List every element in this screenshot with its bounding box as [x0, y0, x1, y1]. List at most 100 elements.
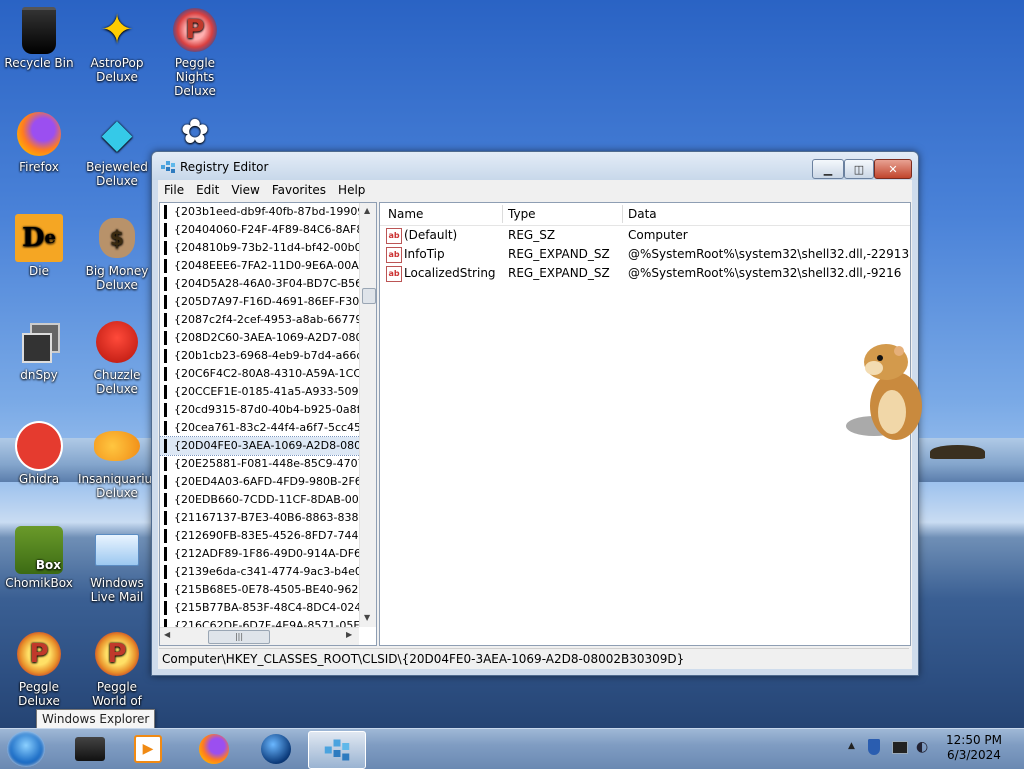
tree-item[interactable]: {205D7A97-F16D-4691-86EF-F3075 — [160, 293, 360, 311]
title-bar[interactable]: Registry Editor ▁ ◫ ✕ — [152, 152, 918, 180]
key-tree-pane[interactable]: {203b1eed-db9f-40fb-87bd-199098 {20404060… — [159, 202, 377, 646]
tree-item-selected[interactable]: {20D04FE0-3AEA-1069-A2D8-08002 — [160, 436, 361, 456]
hamster-mascot[interactable] — [844, 342, 926, 446]
values-list-pane[interactable]: Name Type Data ab (Default) REG_SZ Compu… — [379, 202, 911, 646]
tree-item-label: {21167137-B7E3-40B6-8863-8386E8 — [174, 511, 360, 524]
clock[interactable]: 12:50 PM 6/3/2024 — [936, 733, 1012, 763]
desktop-icon-peggle[interactable]: P Peggle Deluxe — [0, 630, 78, 708]
scroll-right-icon[interactable]: ▶ — [346, 630, 352, 639]
desktop-icon-insaniquarium[interactable]: Insaniquarium Deluxe — [78, 422, 164, 500]
tree-item[interactable]: {204D5A28-46A0-3F04-BD7C-B567 — [160, 275, 360, 293]
scroll-thumb[interactable] — [362, 288, 376, 304]
tree-line — [164, 205, 167, 219]
desktop-icon-bejeweled[interactable]: ◆ Bejeweled Deluxe — [78, 110, 156, 188]
tree-item[interactable]: {215B77BA-853F-48C4-8DC4-024E0 — [160, 599, 360, 617]
tree-item[interactable]: {20ED4A03-6AFD-4FD9-980B-2F614 — [160, 473, 360, 491]
column-name[interactable]: Name — [388, 207, 423, 221]
menu-help[interactable]: Help — [332, 183, 371, 197]
tree-item[interactable]: {208D2C60-3AEA-1069-A2D7-08002 — [160, 329, 360, 347]
icon-label: ChomikBox — [5, 576, 73, 590]
desktop-icon-die[interactable]: De Die — [0, 214, 78, 278]
tree-item[interactable]: {212690FB-83E5-4526-8FD7-74478E — [160, 527, 360, 545]
network-icon[interactable] — [892, 741, 908, 754]
desktop-icon-ghidra[interactable]: Ghidra — [0, 421, 78, 486]
tree-item[interactable]: {20C6F4C2-80A8-4310-A59A-1CC4 — [160, 365, 360, 383]
tree-item[interactable]: {20404060-F24F-4F89-84C6-8AF80E — [160, 221, 360, 239]
shield-icon[interactable] — [868, 739, 880, 755]
column-data[interactable]: Data — [628, 207, 657, 221]
firefox-icon — [199, 734, 229, 764]
close-button[interactable]: ✕ — [874, 159, 912, 179]
tree-item[interactable]: {215B68E5-0E78-4505-BE40-962EE3 — [160, 581, 360, 599]
scroll-down-icon[interactable]: ▼ — [364, 613, 370, 622]
tree-item[interactable]: {203b1eed-db9f-40fb-87bd-199098 — [160, 203, 360, 221]
scroll-thumb[interactable]: ||| — [208, 630, 270, 644]
tree-item[interactable]: {20cea761-83c2-44f4-a6f7-5cc4577 — [160, 419, 360, 437]
tree-item[interactable]: {21167137-B7E3-40B6-8863-8386E8 — [160, 509, 360, 527]
value-row[interactable]: ab (Default) REG_SZ Computer — [380, 226, 910, 245]
tree-item[interactable]: {2048EEE6-7FA2-11D0-9E6A-00A0C — [160, 257, 360, 275]
desktop-icon-firefox[interactable]: Firefox — [0, 110, 78, 174]
taskbar-windows-explorer[interactable] — [62, 731, 118, 767]
tree-item[interactable]: {212ADF89-1F86-49D0-914A-DF6C5 — [160, 545, 360, 563]
tree-line — [164, 349, 167, 363]
show-hidden-icons-icon[interactable]: ▲ — [848, 741, 855, 751]
desktop-icon-live-mail[interactable]: Windows Live Mail — [78, 526, 156, 604]
volume-icon[interactable]: ◐ — [916, 739, 928, 755]
maximize-button[interactable]: ◫ — [844, 159, 874, 179]
taskbar-media-player[interactable]: ▶ — [120, 731, 176, 767]
tree-horizontal-scrollbar[interactable]: ◀ ||| ▶ — [160, 627, 359, 645]
start-button[interactable] — [7, 731, 45, 767]
tree-line — [164, 439, 167, 453]
scroll-left-icon[interactable]: ◀ — [164, 630, 170, 639]
minimize-icon: ▁ — [823, 162, 833, 176]
registry-editor-icon — [324, 739, 350, 761]
tree-item[interactable]: {2087c2f4-2cef-4953-a8ab-66779b — [160, 311, 360, 329]
icon-label: Windows Live Mail — [90, 576, 144, 604]
icon-label: AstroPop Deluxe — [90, 56, 144, 84]
window-title: Registry Editor — [180, 160, 269, 174]
desktop-icon-chomikbox[interactable]: Box ChomikBox — [0, 526, 78, 590]
tree-line — [164, 421, 167, 435]
menu-view[interactable]: View — [225, 183, 265, 197]
desktop-icon-astropop[interactable]: ✦ AstroPop Deluxe — [78, 6, 156, 84]
string-value-icon: ab — [386, 266, 402, 282]
tree-item[interactable]: {20EDB660-7CDD-11CF-8DAB-00AA — [160, 491, 360, 509]
desktop-icon-recycle-bin[interactable]: Recycle Bin — [0, 6, 78, 70]
taskbar-firefox[interactable] — [186, 731, 242, 767]
desktop-icon-chuzzle[interactable]: Chuzzle Deluxe — [78, 318, 156, 396]
desktop-icon-dnspy[interactable]: dnSpy — [0, 318, 78, 382]
tree-item[interactable]: {204810b9-73b2-11d4-bf42-00b0d0 — [160, 239, 360, 257]
tree-item-label: {20C6F4C2-80A8-4310-A59A-1CC4 — [174, 367, 360, 380]
menu-edit[interactable]: Edit — [190, 183, 225, 197]
column-header: Name Type Data — [380, 203, 910, 226]
column-type[interactable]: Type — [508, 207, 536, 221]
minimize-button[interactable]: ▁ — [812, 159, 844, 179]
tree-item[interactable]: {20cd9315-87d0-40b4-b925-0a8f20 — [160, 401, 360, 419]
tree-vertical-scrollbar[interactable]: ▲ ▼ — [359, 203, 376, 627]
taskbar-globe[interactable] — [248, 731, 304, 767]
tree-item[interactable]: {20CCEF1E-0185-41a5-A933-509C4 — [160, 383, 360, 401]
value-row[interactable]: ab LocalizedString REG_EXPAND_SZ @%Syste… — [380, 264, 910, 283]
tree-item-label: {2139e6da-c341-4774-9ac3-b4e026 — [174, 565, 360, 578]
scroll-up-icon[interactable]: ▲ — [364, 206, 370, 215]
tree-item[interactable]: {20E25881-F081-448e-85C9-4707A9 — [160, 455, 360, 473]
clock-time: 12:50 PM — [946, 733, 1002, 747]
desktop-icon-big-money[interactable]: $ Big Money Deluxe — [78, 214, 156, 292]
bejeweled-icon: ◆ — [101, 111, 133, 157]
tree-item-label: {20EDB660-7CDD-11CF-8DAB-00AA — [174, 493, 360, 506]
menu-favorites[interactable]: Favorites — [266, 183, 332, 197]
tree-item-label: {20cd9315-87d0-40b4-b925-0a8f20 — [174, 403, 360, 416]
tree-line — [164, 241, 167, 255]
tree-item[interactable]: {2139e6da-c341-4774-9ac3-b4e026 — [160, 563, 360, 581]
tree-item[interactable]: {20b1cb23-6968-4eb9-b7d4-a66d0 — [160, 347, 360, 365]
column-divider[interactable] — [502, 205, 503, 223]
registry-editor-window[interactable]: Registry Editor ▁ ◫ ✕ File Edit View Fav… — [151, 151, 919, 676]
column-divider[interactable] — [622, 205, 623, 223]
desktop-icon-peggle-nights[interactable]: P Peggle Nights Deluxe — [156, 6, 234, 98]
taskbar-registry-editor[interactable] — [308, 731, 366, 769]
tree-line — [164, 529, 167, 543]
value-name: InfoTip — [404, 247, 445, 261]
value-row[interactable]: ab InfoTip REG_EXPAND_SZ @%SystemRoot%\s… — [380, 245, 910, 264]
menu-file[interactable]: File — [158, 183, 190, 197]
